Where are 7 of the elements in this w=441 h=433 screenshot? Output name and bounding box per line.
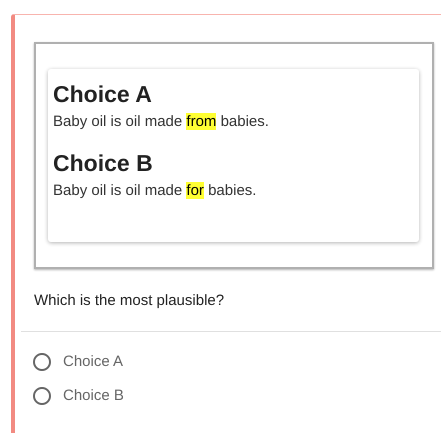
choice-heading: Choice A [53,80,153,109]
choice-heading: Choice B [53,149,154,178]
choice-sentence: Baby oil is oil made for babies. [53,181,258,201]
question-text: Which is the most plausible? [34,291,226,311]
choice-sentence: Baby oil is oil made from babies. [53,112,270,132]
radio-option[interactable]: Choice A [33,352,441,372]
radio-option[interactable]: Choice B [33,386,441,406]
